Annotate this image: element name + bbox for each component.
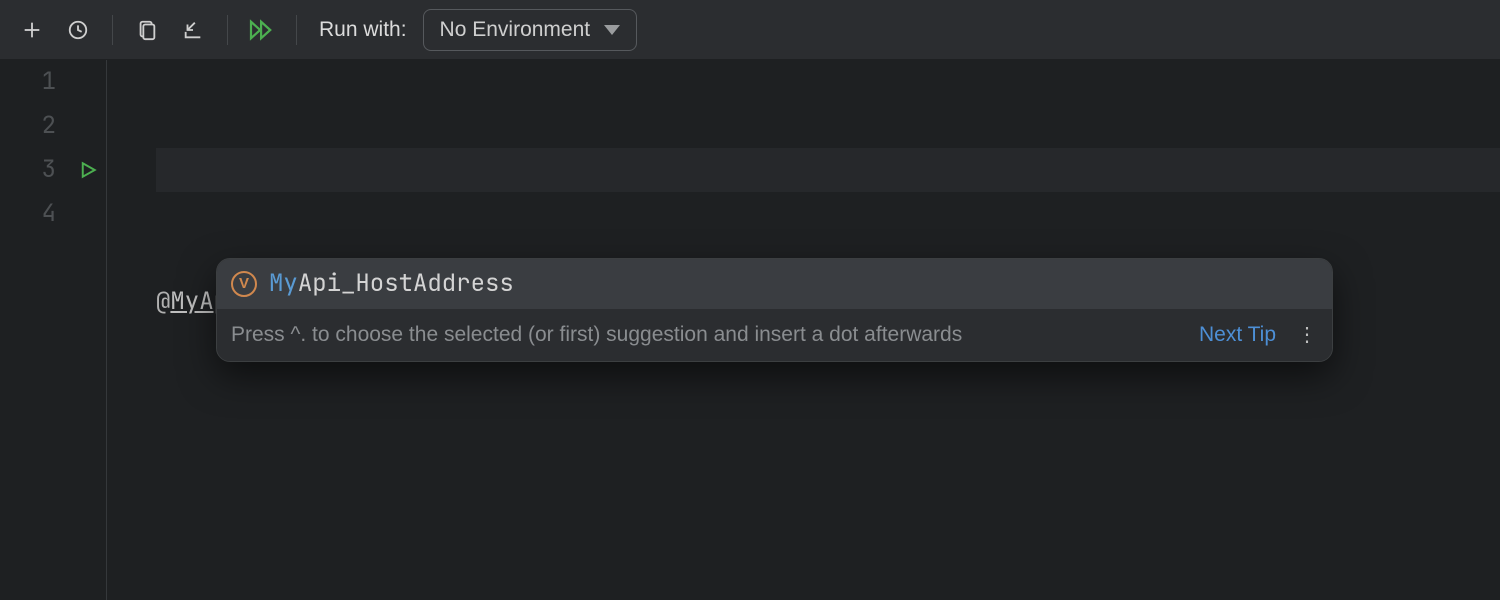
toolbar-divider xyxy=(227,15,228,45)
line-number: 4 xyxy=(0,192,56,236)
run-line-button[interactable] xyxy=(79,148,97,192)
run-all-button[interactable] xyxy=(244,12,280,48)
toolbar-divider xyxy=(296,15,297,45)
autocomplete-item-label: MyApi_HostAddress xyxy=(269,262,514,306)
chevron-down-icon xyxy=(604,24,620,36)
add-button[interactable] xyxy=(14,12,50,48)
run-all-icon xyxy=(249,19,275,41)
code-line[interactable] xyxy=(156,500,1500,544)
autocomplete-match: My xyxy=(269,268,298,299)
autocomplete-footer: Press ^. to choose the selected (or firs… xyxy=(217,309,1332,361)
autocomplete-tip: Press ^. to choose the selected (or firs… xyxy=(231,313,1179,357)
next-tip-link[interactable]: Next Tip xyxy=(1199,313,1276,357)
autocomplete-popup: V MyApi_HostAddress Press ^. to choose t… xyxy=(216,258,1333,362)
run-with-label: Run with: xyxy=(319,18,407,42)
import-icon xyxy=(182,19,204,41)
variable-icon-letter: V xyxy=(239,262,249,306)
token-variable-prefix: @ xyxy=(156,280,170,324)
environment-select[interactable]: No Environment xyxy=(423,9,638,51)
import-button[interactable] xyxy=(175,12,211,48)
toolbar: Run with: No Environment xyxy=(0,0,1500,60)
code-editor[interactable]: 1 2 3 4 @MyApi_HostAddress = http://loca… xyxy=(0,60,1500,600)
autocomplete-more-button[interactable]: ⋮ xyxy=(1296,313,1318,357)
line-number-gutter: 1 2 3 4 xyxy=(0,60,70,600)
gutter-icons xyxy=(70,60,106,600)
autocomplete-rest: Api_HostAddress xyxy=(298,268,514,299)
recent-button[interactable] xyxy=(60,12,96,48)
variable-icon: V xyxy=(231,271,257,297)
document-stack-icon xyxy=(136,19,158,41)
autocomplete-item[interactable]: V MyApi_HostAddress xyxy=(217,259,1332,309)
gutter-separator xyxy=(106,60,156,600)
toolbar-divider xyxy=(112,15,113,45)
clock-icon xyxy=(67,19,89,41)
line-number: 1 xyxy=(0,60,56,104)
current-line-highlight xyxy=(156,148,1500,192)
environment-selected-label: No Environment xyxy=(440,18,591,42)
play-icon xyxy=(79,161,97,179)
plus-icon xyxy=(21,19,43,41)
line-number: 3 xyxy=(0,148,56,192)
line-number: 2 xyxy=(0,104,56,148)
examples-button[interactable] xyxy=(129,12,165,48)
